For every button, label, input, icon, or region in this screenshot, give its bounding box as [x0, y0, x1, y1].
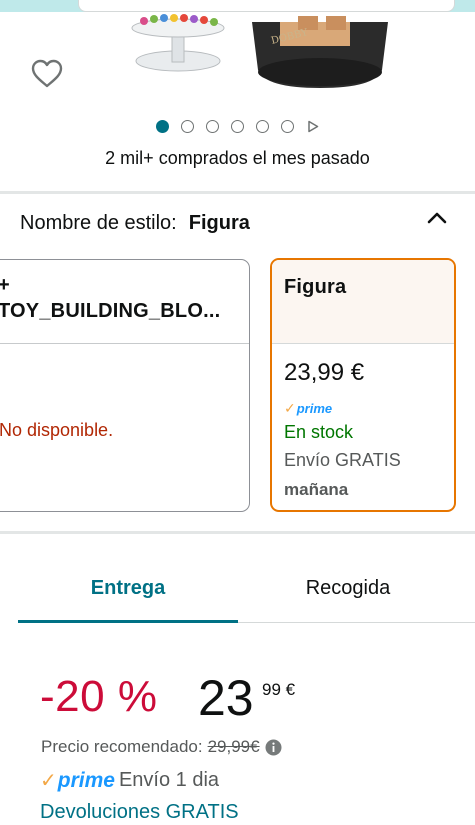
- prime-logo: ✓ prime: [40, 768, 115, 793]
- availability-status: No disponible.: [0, 420, 114, 440]
- style-option-figura[interactable]: Figura 23,99 € ✓ prime En stock Envío GRA…: [270, 258, 456, 512]
- tab-pickup[interactable]: Recogida: [238, 577, 458, 600]
- list-price-value: 29,99€: [207, 737, 260, 756]
- style-option-toy-building-blocks[interactable]: + TOY_BUILDING_BLO... No disponible.: [0, 259, 250, 512]
- list-price-label: Precio recomendado:: [41, 737, 203, 756]
- carousel-dot-5[interactable]: [256, 120, 269, 133]
- prime-shipping-row: ✓ prime Envío 1 dia: [40, 768, 219, 793]
- active-tab-indicator: [18, 620, 238, 623]
- prime-check-icon: ✓: [284, 399, 296, 416]
- carousel-dot-2[interactable]: [181, 120, 194, 133]
- carousel-dot-4[interactable]: [231, 120, 244, 133]
- style-option-title: + TOY_BUILDING_BLO...: [0, 274, 221, 322]
- product-image[interactable]: DOBBY: [130, 12, 395, 92]
- style-label: Nombre de estilo:: [20, 212, 177, 234]
- style-option-header: Figura: [272, 260, 454, 344]
- list-price-row: Precio recomendado: 29,99€: [41, 737, 282, 757]
- delivery-day: mañana: [284, 480, 349, 499]
- carousel-dot-3[interactable]: [206, 120, 219, 133]
- discount-percentage: -20 %: [40, 672, 158, 721]
- prime-badge: ✓ prime: [284, 400, 332, 416]
- prime-check-icon: ✓: [40, 770, 57, 792]
- carousel-dot-1[interactable]: [156, 120, 169, 133]
- free-returns-link[interactable]: Devoluciones GRATIS: [40, 801, 239, 824]
- stock-status: En stock: [284, 422, 354, 442]
- price-whole: 23: [198, 670, 254, 726]
- free-shipping-text: Envío GRATIS: [284, 450, 401, 470]
- carousel-pagination: [0, 120, 475, 133]
- style-option-title: Figura: [284, 276, 347, 298]
- prime-logo-text: prime: [57, 768, 115, 792]
- style-selected-value: Figura: [188, 212, 250, 234]
- search-bar-edge[interactable]: [78, 0, 455, 12]
- heart-icon[interactable]: [30, 58, 64, 90]
- style-option-header: + TOY_BUILDING_BLO...: [0, 260, 249, 344]
- section-divider: [0, 531, 475, 534]
- style-selector-header[interactable]: Nombre de estilo: Figura: [20, 212, 250, 235]
- tab-delivery[interactable]: Entrega: [18, 577, 238, 600]
- purchase-count: 2 mil+ comprados el mes pasado: [105, 148, 370, 168]
- prime-text: prime: [296, 400, 333, 416]
- section-divider: [0, 191, 475, 194]
- chevron-up-icon[interactable]: [424, 207, 450, 229]
- prime-shipping-text: Envío 1 dia: [118, 769, 220, 791]
- style-option-price: 23,99 €: [284, 359, 365, 386]
- carousel-dot-6[interactable]: [281, 120, 294, 133]
- price-fraction: 99 €: [262, 680, 296, 699]
- info-icon[interactable]: [265, 739, 282, 756]
- play-video-icon[interactable]: [306, 120, 319, 133]
